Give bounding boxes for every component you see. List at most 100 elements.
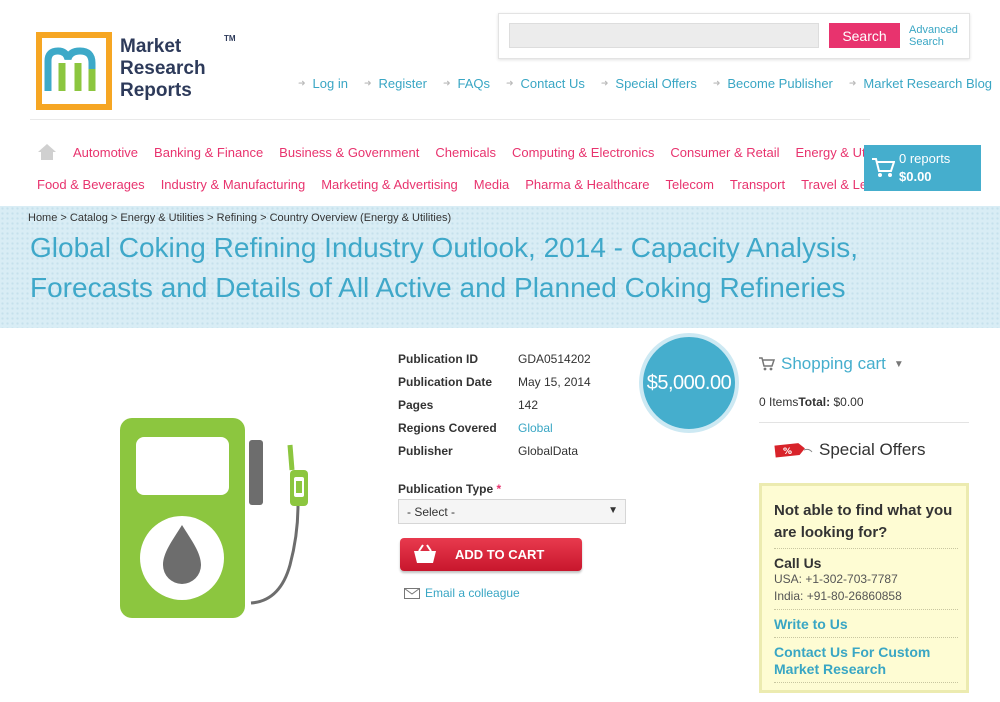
cart-total-label: Total:	[798, 395, 831, 409]
special-offer-tag-icon: %	[774, 443, 813, 458]
arrow-icon: ➜	[298, 78, 306, 88]
header-cart[interactable]: 0 reports $0.00	[864, 145, 981, 191]
top-link-special-offers[interactable]: ➜ Special Offers	[601, 76, 697, 91]
site-logo[interactable]: Market Research Reports TM	[36, 32, 236, 110]
category-automotive[interactable]: Automotive	[73, 145, 138, 160]
write-to-us-link[interactable]: Write to Us	[774, 616, 966, 633]
category-telecom[interactable]: Telecom	[666, 177, 714, 192]
divider	[774, 682, 958, 683]
region-link[interactable]: Global	[518, 421, 553, 444]
add-to-cart-label: ADD TO CART	[455, 547, 545, 562]
home-icon[interactable]	[37, 143, 57, 161]
top-link-contact[interactable]: ➜ Contact Us	[506, 76, 585, 91]
top-link-label: Log in	[312, 76, 348, 91]
logo-trademark: TM	[224, 34, 236, 43]
header-divider	[30, 119, 870, 120]
logo-line2: Research	[120, 58, 206, 79]
publication-type-selected: - Select -	[407, 505, 456, 519]
call-us-heading: Call Us	[774, 555, 822, 571]
search-input[interactable]	[509, 23, 819, 48]
breadcrumb-home[interactable]: Home	[28, 212, 57, 224]
arrow-icon: ➜	[442, 78, 451, 88]
arrow-icon: ➜	[712, 78, 721, 88]
divider	[774, 637, 958, 638]
search-button[interactable]: Search	[829, 23, 900, 48]
shopping-cart-toggle[interactable]: Shopping cart ▼	[759, 354, 904, 374]
email-colleague-link[interactable]: Email a colleague	[404, 586, 520, 600]
breadcrumb-country-overview[interactable]: Country Overview (Energy & Utilities)	[270, 212, 452, 224]
svg-text:%: %	[783, 447, 792, 457]
shopping-cart-summary: 0 ItemsTotal: $0.00	[759, 395, 864, 409]
cart-icon	[759, 357, 775, 371]
chevron-down-icon: ▼	[893, 358, 904, 370]
category-computing-electronics[interactable]: Computing & Electronics	[512, 145, 654, 160]
category-pharma-healthcare[interactable]: Pharma & Healthcare	[525, 177, 649, 192]
publication-type-select[interactable]: - Select - ▼	[398, 499, 626, 524]
top-link-label: Register	[378, 76, 427, 91]
breadcrumb-energy[interactable]: Energy & Utilities	[120, 212, 204, 224]
category-food-beverages[interactable]: Food & Beverages	[37, 177, 145, 192]
arrow-icon: ➜	[363, 78, 372, 88]
cart-icon	[872, 158, 895, 177]
phone-usa: USA: +1-302-703-7787	[774, 572, 898, 586]
detail-row: Publication ID GDA0514202	[398, 352, 591, 375]
add-to-cart-button[interactable]: ADD TO CART	[400, 538, 582, 571]
divider	[774, 609, 958, 610]
custom-research-link[interactable]: Contact Us For Custom Market Research	[774, 644, 966, 678]
fuel-pump-icon	[120, 418, 308, 618]
category-row-2: Food & Beverages Industry & Manufacturin…	[37, 177, 911, 192]
arrow-icon: ➜	[848, 78, 857, 88]
top-link-label: FAQs	[457, 76, 490, 91]
top-nav: ➜ Log in ➜ Register ➜ FAQs ➜ Contact Us ➜ Spe…	[298, 76, 1000, 91]
phone-india: India: +91-80-26860858	[774, 589, 902, 603]
category-industry-manufacturing[interactable]: Industry & Manufacturing	[161, 177, 306, 192]
advanced-search-line2: Search	[909, 36, 944, 48]
help-box: Not able to find what you are looking fo…	[759, 483, 969, 693]
detail-label: Publication Date	[398, 375, 493, 389]
category-consumer-retail[interactable]: Consumer & Retail	[670, 145, 779, 160]
divider	[774, 548, 958, 549]
top-link-label: Market Research Blog	[863, 76, 993, 91]
category-transport[interactable]: Transport	[730, 177, 785, 192]
category-marketing-advertising[interactable]: Marketing & Advertising	[321, 177, 458, 192]
advanced-search-link[interactable]: Advanced Search	[909, 24, 958, 48]
top-link-faqs[interactable]: ➜ FAQs	[443, 76, 490, 91]
breadcrumb-catalog[interactable]: Catalog	[70, 212, 108, 224]
page-title: Global Coking Refining Industry Outlook,…	[30, 232, 858, 303]
detail-row: Publisher GlobalData	[398, 444, 591, 467]
category-row-1: Automotive Banking & Finance Business & …	[73, 145, 910, 160]
breadcrumb: Home > Catalog > Energy & Utilities > Re…	[28, 212, 452, 224]
logo-line3: Reports	[120, 80, 192, 101]
search-panel: Search Advanced Search	[498, 13, 970, 59]
divider	[759, 422, 969, 423]
special-offers-label: Special Offers	[819, 440, 926, 459]
detail-row: Regions Covered Global	[398, 421, 591, 444]
detail-value: GDA0514202	[518, 352, 591, 366]
publication-type-text: Publication Type	[398, 482, 494, 496]
top-link-label: Become Publisher	[727, 76, 833, 91]
chevron-down-icon: ▼	[608, 505, 618, 516]
cart-report-count: 0 reports	[899, 151, 951, 166]
logo-text: Market Research Reports	[120, 36, 206, 102]
page: Market Research Reports TM Search Advanc…	[0, 0, 1000, 702]
publication-type-label: Publication Type *	[398, 482, 501, 496]
category-business-government[interactable]: Business & Government	[279, 145, 419, 160]
envelope-icon	[404, 587, 420, 599]
detail-row: Publication Date May 15, 2014	[398, 375, 591, 398]
detail-label: Regions Covered	[398, 421, 497, 435]
top-link-label: Special Offers	[615, 76, 697, 91]
basket-icon	[414, 544, 436, 563]
top-link-become-publisher[interactable]: ➜ Become Publisher	[713, 76, 833, 91]
top-link-register[interactable]: ➜ Register	[364, 76, 427, 91]
help-question: Not able to find what you are looking fo…	[774, 502, 953, 541]
top-link-blog[interactable]: ➜ Market Research Blog	[849, 76, 992, 91]
category-media[interactable]: Media	[474, 177, 509, 192]
top-link-label: Contact Us	[520, 76, 585, 91]
category-chemicals[interactable]: Chemicals	[435, 145, 496, 160]
breadcrumb-refining[interactable]: Refining	[217, 212, 257, 224]
detail-row: Pages 142	[398, 398, 591, 421]
top-link-login[interactable]: ➜ Log in	[298, 76, 348, 91]
category-banking-finance[interactable]: Banking & Finance	[154, 145, 263, 160]
price-badge: $5,000.00	[639, 333, 739, 433]
special-offers-link[interactable]: % Special Offers	[773, 440, 925, 460]
